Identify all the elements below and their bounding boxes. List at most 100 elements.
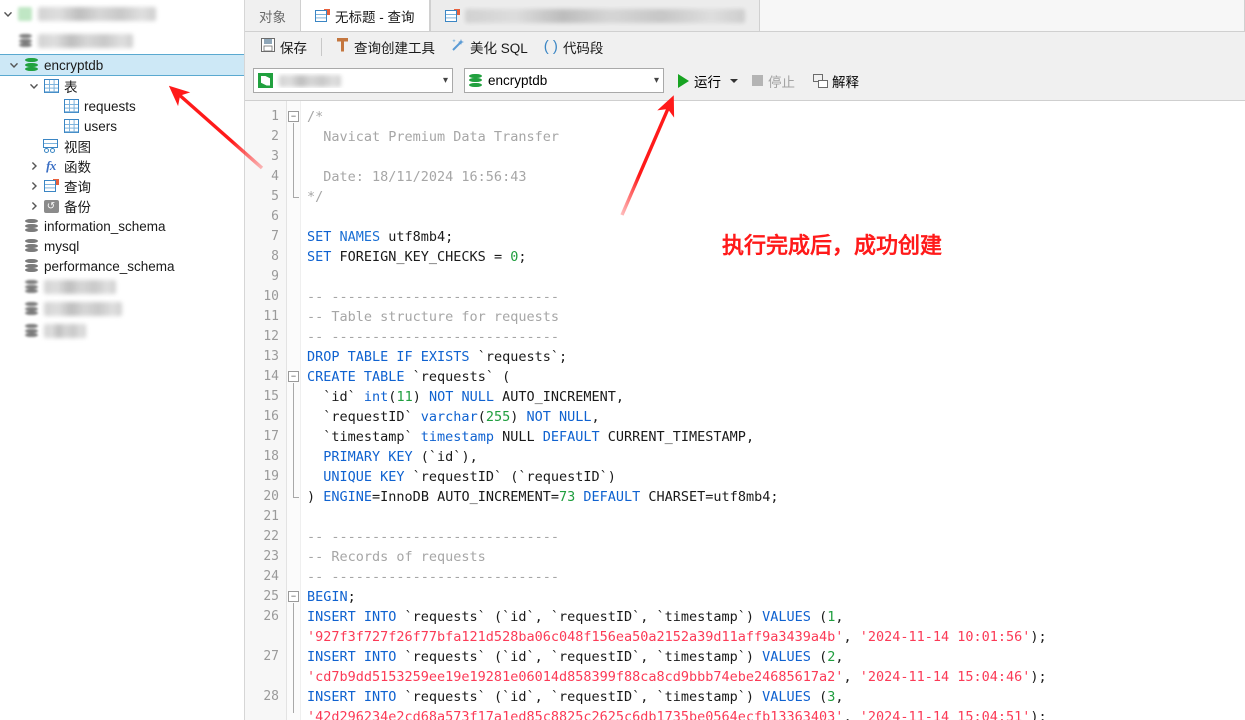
line-number: 2 bbox=[271, 129, 279, 144]
database-select[interactable]: encryptdb ▾ bbox=[464, 68, 664, 93]
line-number: 9 bbox=[271, 269, 279, 284]
tab-objects[interactable]: 对象 bbox=[245, 0, 301, 31]
explain-button[interactable]: 解释 bbox=[809, 71, 863, 91]
line-number: 17 bbox=[263, 429, 279, 444]
tab-untitled-query[interactable]: 无标题 - 查询 bbox=[301, 0, 430, 31]
run-label: 运行 bbox=[694, 74, 721, 90]
connection-name-redacted bbox=[38, 7, 156, 21]
sidebar-item-label: 查询 bbox=[64, 180, 91, 195]
line-number: 24 bbox=[263, 569, 279, 584]
line-number: 20 bbox=[263, 489, 279, 504]
fold-transaction-block-toggle[interactable]: − bbox=[288, 591, 299, 602]
database-icon bbox=[22, 239, 40, 253]
redacted-database-row[interactable] bbox=[0, 28, 244, 54]
sidebar-item-label: 表 bbox=[64, 80, 78, 95]
magic-wand-icon bbox=[451, 38, 465, 55]
sql-editor[interactable]: 1 2 3 4 5 6 7 8 9 10 11 12 13 14 15 16 17 18 19 20 21 22 23 24 2… bbox=[245, 101, 1245, 720]
stop-label: 停止 bbox=[768, 74, 795, 90]
line-number: 5 bbox=[271, 189, 279, 204]
line-number: 22 bbox=[263, 529, 279, 544]
chevron-down-icon[interactable] bbox=[0, 9, 16, 19]
sidebar-item-label: information_schema bbox=[44, 218, 166, 234]
database-icon bbox=[22, 302, 40, 316]
save-button[interactable]: 保存 bbox=[253, 35, 315, 59]
fold-transaction-block-line bbox=[293, 603, 294, 713]
code-line: -- Table structure for requests bbox=[307, 309, 559, 325]
database-icon bbox=[22, 259, 40, 273]
line-number: 23 bbox=[263, 549, 279, 564]
query-icon bbox=[315, 8, 330, 23]
sidebar-item-tables[interactable]: 表 bbox=[0, 76, 244, 96]
table-grid-icon bbox=[42, 79, 60, 93]
redacted-database-row[interactable] bbox=[0, 276, 244, 298]
tab-bar-filler bbox=[759, 0, 1245, 31]
line-number: 18 bbox=[263, 449, 279, 464]
sidebar-item-users[interactable]: users bbox=[0, 116, 244, 136]
database-green-icon bbox=[24, 58, 38, 72]
redacted-database-row[interactable] bbox=[0, 320, 244, 342]
stop-icon bbox=[752, 75, 763, 86]
database-icon bbox=[22, 280, 40, 294]
query-builder-button[interactable]: 查询创建工具 bbox=[328, 35, 443, 59]
fold-comment-block-toggle[interactable]: − bbox=[288, 111, 299, 122]
fold-create-table-block-toggle[interactable]: − bbox=[288, 371, 299, 382]
chevron-right-icon[interactable] bbox=[26, 181, 42, 191]
database-name-redacted bbox=[38, 34, 133, 48]
database-tree[interactable]: encryptdb 表 requests users 视图 fx 函数查询备份 informa… bbox=[0, 54, 244, 276]
chevron-right-icon[interactable] bbox=[26, 161, 42, 171]
connection-select[interactable]: ▾ bbox=[253, 68, 453, 93]
code-line: `timestamp` timestamp NULL DEFAULT CURRE… bbox=[307, 429, 755, 445]
sidebar-item-performance_schema[interactable]: performance_schema bbox=[0, 256, 244, 276]
database-name-redacted bbox=[44, 324, 86, 338]
run-button[interactable]: 运行 bbox=[674, 71, 725, 91]
table-grid-icon bbox=[62, 119, 80, 133]
sql-code-area[interactable]: /* Navicat Premium Data Transfer Date: 1… bbox=[301, 101, 1245, 720]
beautify-sql-button[interactable]: 美化 SQL bbox=[443, 35, 536, 59]
play-icon bbox=[678, 73, 689, 88]
sidebar-item-label: 备份 bbox=[64, 200, 91, 215]
sidebar-item-views[interactable]: 视图 bbox=[0, 136, 244, 156]
tab-bar[interactable]: 对象 无标题 - 查询 bbox=[245, 0, 1245, 32]
sidebar-item-encryptdb[interactable]: encryptdb bbox=[0, 54, 244, 76]
database-icon bbox=[18, 34, 32, 48]
object-tree-sidebar[interactable]: encryptdb 表 requests users 视图 fx 函数查询备份 informa… bbox=[0, 0, 245, 720]
view-icon bbox=[42, 139, 60, 153]
sidebar-item-queries[interactable]: 查询 bbox=[0, 176, 244, 196]
sidebar-item-functions[interactable]: fx 函数 bbox=[0, 156, 244, 176]
code-snippet-button[interactable]: ( ) 代码段 bbox=[536, 35, 612, 59]
chevron-down-icon[interactable] bbox=[26, 81, 42, 91]
code-line: -- ---------------------------- bbox=[307, 329, 559, 345]
code-line: `id` int(11) NOT NULL AUTO_INCREMENT, bbox=[307, 389, 625, 405]
line-number: 25 bbox=[263, 589, 279, 604]
database-select-value: encryptdb bbox=[488, 73, 548, 88]
view-icon bbox=[43, 139, 59, 153]
code-line: UNIQUE KEY `requestID` (`requestID`) bbox=[307, 469, 616, 485]
chevron-down-icon[interactable] bbox=[6, 60, 22, 70]
database-green-icon bbox=[22, 58, 40, 72]
table-grid-icon bbox=[43, 79, 59, 93]
code-line: BEGIN; bbox=[307, 589, 356, 605]
sidebar-item-requests[interactable]: requests bbox=[0, 96, 244, 116]
sidebar-item-label: performance_schema bbox=[44, 258, 175, 274]
sidebar-item-mysql[interactable]: mysql bbox=[0, 236, 244, 256]
line-number: 14 bbox=[263, 369, 279, 384]
sidebar-item-information_schema[interactable]: information_schema bbox=[0, 216, 244, 236]
sidebar-item-label: users bbox=[84, 118, 118, 134]
code-line: -- ---------------------------- bbox=[307, 569, 559, 585]
redacted-database-group bbox=[0, 276, 244, 342]
run-dropdown-caret-icon[interactable] bbox=[730, 78, 738, 83]
code-line: */ bbox=[307, 189, 324, 205]
query-toolbar[interactable]: 保存 查询创建工具 美化 SQL ( ) 代码段 bbox=[245, 32, 1245, 61]
code-fold-gutter[interactable]: − − − bbox=[287, 101, 301, 720]
connection-icon bbox=[16, 7, 34, 21]
execution-toolbar[interactable]: ▾ encryptdb ▾ 运行 停止 解释 bbox=[245, 61, 1245, 101]
redacted-database-row[interactable] bbox=[0, 298, 244, 320]
chevron-right-icon[interactable] bbox=[26, 201, 42, 211]
navicat-window: encryptdb 表 requests users 视图 fx 函数查询备份 informa… bbox=[0, 0, 1245, 720]
annotation-text: 执行完成后，成功创建 bbox=[722, 233, 943, 258]
redacted-connection-row[interactable] bbox=[0, 0, 244, 28]
tab-redacted-tab[interactable] bbox=[429, 0, 760, 31]
sidebar-item-backups[interactable]: 备份 bbox=[0, 196, 244, 216]
